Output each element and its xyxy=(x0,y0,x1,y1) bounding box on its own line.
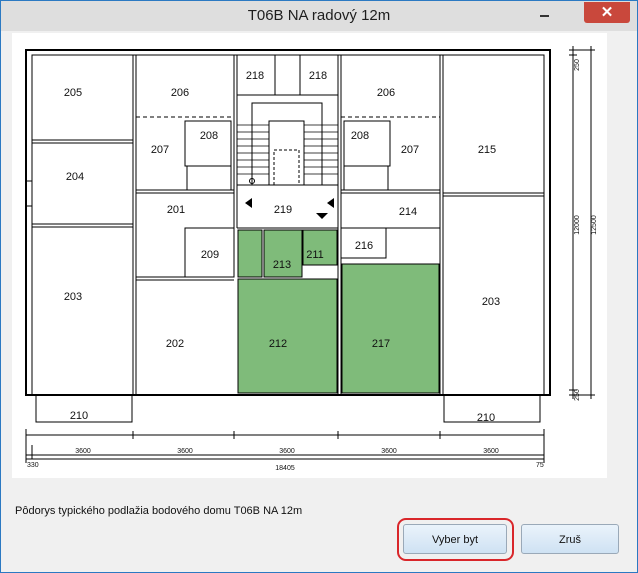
room-215-label[interactable]: 215 xyxy=(478,144,496,156)
room-205-label[interactable]: 205 xyxy=(64,87,82,99)
room-210-right-label[interactable]: 210 xyxy=(477,412,495,424)
room-217-label[interactable]: 217 xyxy=(372,338,390,350)
room-214-label[interactable]: 214 xyxy=(399,206,417,218)
room-201-label[interactable]: 201 xyxy=(167,204,185,216)
select-apartment-button[interactable]: Vyber byt xyxy=(403,524,507,554)
dim-vertical-inner: 12000 xyxy=(574,215,581,235)
close-button[interactable]: ✕ xyxy=(584,2,630,23)
minimize-button[interactable] xyxy=(531,3,557,23)
room-207-left-label[interactable]: 207 xyxy=(151,144,169,156)
room-216-label[interactable]: 216 xyxy=(355,240,373,252)
dialog-window: T06B NA radový 12m ✕ 205 206 218 218 206… xyxy=(0,0,638,573)
room-206-left-label[interactable]: 206 xyxy=(171,87,189,99)
room-203-right-label[interactable]: 203 xyxy=(482,296,500,308)
dim-total-width: 18405 xyxy=(275,465,295,472)
dim-left-offset: 330 xyxy=(27,462,39,469)
dim-bay-2: 3600 xyxy=(177,448,193,455)
room-207-right-label[interactable]: 207 xyxy=(401,144,419,156)
close-icon: ✕ xyxy=(600,4,614,21)
room-202-label[interactable]: 202 xyxy=(166,338,184,350)
room-211-label[interactable]: 211 xyxy=(306,249,324,261)
dim-bay-4: 3600 xyxy=(381,448,397,455)
room-218-left-label[interactable]: 218 xyxy=(246,70,264,82)
room-204-label[interactable]: 204 xyxy=(66,171,84,183)
room-208-right-label[interactable]: 208 xyxy=(351,130,369,142)
room-208-left-label[interactable]: 208 xyxy=(200,130,218,142)
room-219-label[interactable]: 219 xyxy=(274,204,292,216)
floor-plan-canvas: 205 206 218 218 206 208 207 208 207 215 … xyxy=(12,33,607,478)
dim-right-offset: 75 xyxy=(536,462,544,469)
dim-vertical-top: 250 xyxy=(574,59,581,71)
room-212-label[interactable]: 212 xyxy=(269,338,287,350)
cancel-button[interactable]: Zruš xyxy=(521,524,619,554)
dim-bay-5: 3600 xyxy=(483,448,499,455)
dim-vertical-bottom: 250 xyxy=(574,389,581,401)
room-206-right-label[interactable]: 206 xyxy=(377,87,395,99)
room-203-left-label[interactable]: 203 xyxy=(64,291,82,303)
room-213-label[interactable]: 213 xyxy=(273,259,291,271)
dim-bay-1: 3600 xyxy=(75,448,91,455)
dim-vertical-outer: 12500 xyxy=(591,215,598,235)
floor-plan-drawing: 205 206 218 218 206 208 207 208 207 215 … xyxy=(25,46,598,472)
room-209-label[interactable]: 209 xyxy=(201,249,219,261)
plan-description: Pôdorys typického podlažia bodového domu… xyxy=(15,505,303,517)
title-bar: T06B NA radový 12m ✕ xyxy=(1,1,637,31)
room-218-right-label[interactable]: 218 xyxy=(309,70,327,82)
room-210-left-label[interactable]: 210 xyxy=(70,410,88,422)
minimize-icon xyxy=(540,15,549,17)
dim-bay-3: 3600 xyxy=(279,448,295,455)
dialog-client-area: 205 206 218 218 206 208 207 208 207 215 … xyxy=(9,32,629,566)
